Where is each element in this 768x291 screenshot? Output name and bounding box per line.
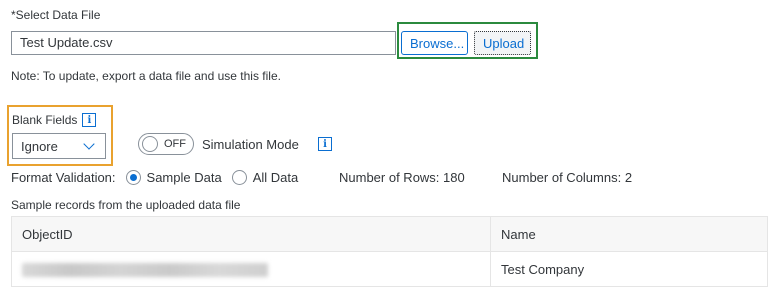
table-header-row: ObjectID Name xyxy=(11,216,768,252)
format-validation-label: Format Validation: xyxy=(11,170,116,185)
sample-records-caption: Sample records from the uploaded data fi… xyxy=(11,198,241,212)
blank-fields-label-row: Blank Fields i xyxy=(12,113,97,127)
blank-fields-select[interactable]: Ignore xyxy=(12,133,106,159)
simulation-mode-switch[interactable]: OFF xyxy=(138,133,194,155)
cell-objectid xyxy=(11,251,491,287)
redacted-objectid xyxy=(22,262,268,277)
upload-button[interactable]: Upload xyxy=(474,31,531,55)
update-note: Note: To update, export a data file and … xyxy=(11,69,281,83)
switch-state-text: OFF xyxy=(164,138,186,150)
sample-records-table: ObjectID Name Test Company xyxy=(11,216,768,287)
info-icon[interactable]: i xyxy=(318,137,332,151)
simulation-mode-label: Simulation Mode xyxy=(202,137,299,152)
cell-name: Test Company xyxy=(490,251,768,287)
table-row[interactable]: Test Company xyxy=(11,251,768,287)
info-icon[interactable]: i xyxy=(82,113,97,127)
select-file-label: *Select Data File xyxy=(11,8,101,22)
rows-count: Number of Rows: 180 xyxy=(339,170,465,185)
radio-sample-data-label[interactable]: Sample Data xyxy=(147,170,222,185)
column-header-name[interactable]: Name xyxy=(490,216,768,252)
radio-all-data[interactable] xyxy=(231,170,247,185)
column-header-objectid[interactable]: ObjectID xyxy=(11,216,491,252)
blank-fields-label: Blank Fields xyxy=(12,113,78,127)
chevron-down-icon xyxy=(83,138,95,150)
switch-knob xyxy=(142,136,158,152)
radio-all-data-label[interactable]: All Data xyxy=(253,170,299,185)
browse-button[interactable]: Browse... xyxy=(401,31,468,55)
blank-fields-selected-value: Ignore xyxy=(21,138,58,154)
radio-sample-data[interactable] xyxy=(125,170,141,185)
file-name-input[interactable]: Test Update.csv xyxy=(11,31,396,55)
columns-count: Number of Columns: 2 xyxy=(502,170,633,185)
format-validation-row: Format Validation: Sample Data All Data xyxy=(11,170,298,185)
